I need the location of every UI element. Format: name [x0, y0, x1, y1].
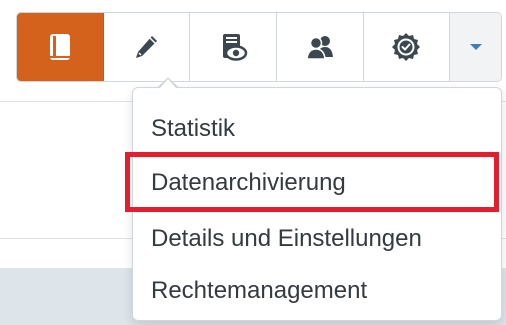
users-button[interactable]: [276, 13, 364, 81]
badge-check-icon: [392, 33, 421, 61]
menu-item-rechtemanagement[interactable]: Rechtemanagement: [133, 264, 501, 318]
more-dropdown-button[interactable]: [450, 13, 501, 81]
menu-item-statistik[interactable]: Statistik: [133, 102, 501, 156]
caret-down-icon: [469, 44, 482, 50]
users-icon: [305, 36, 333, 60]
document-eye-icon: [223, 34, 248, 61]
preview-button[interactable]: [190, 13, 277, 81]
menu-item-label: Rechtemanagement: [151, 277, 368, 304]
menu-item-label: Details und Einstellungen: [151, 225, 422, 252]
toolbar: [16, 12, 502, 82]
pencil-icon: [136, 36, 158, 58]
menu-pointer-fill: [160, 79, 176, 88]
book-button[interactable]: [17, 13, 104, 81]
approve-button[interactable]: [363, 13, 451, 81]
menu-item-details-und-einstellungen[interactable]: Details und Einstellungen: [133, 212, 501, 266]
highlight-annotation: [125, 152, 499, 212]
menu-item-label: Statistik: [151, 115, 236, 142]
book-icon: [49, 34, 70, 60]
edit-button[interactable]: [103, 13, 191, 81]
